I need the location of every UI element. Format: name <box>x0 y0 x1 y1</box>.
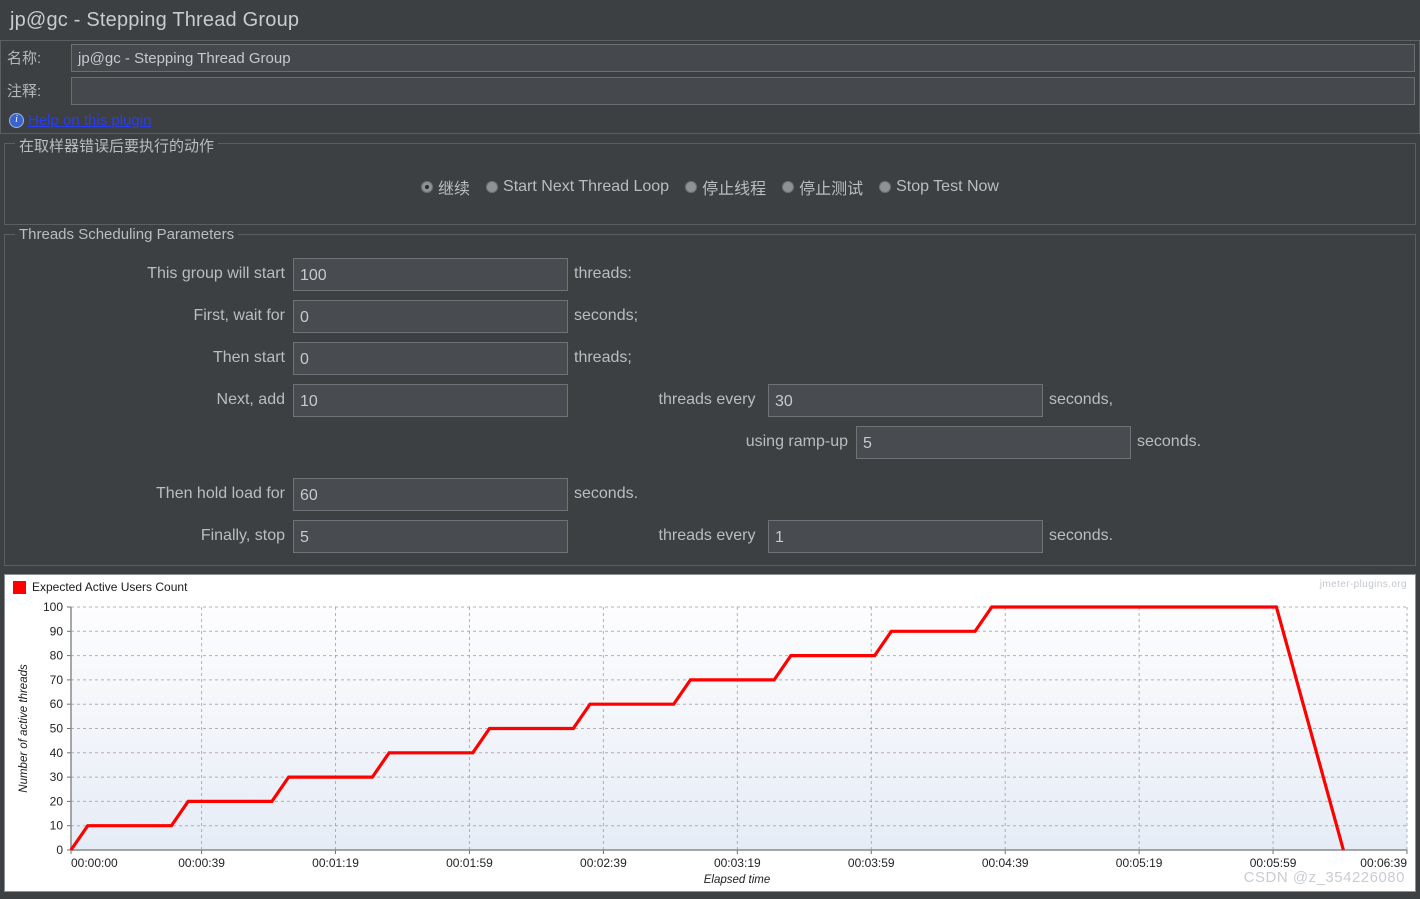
radio-start-next-thread-loop[interactable]: Start Next Thread Loop <box>486 178 669 196</box>
finally-stop-label: Finally, stop <box>200 527 285 544</box>
radio-mark-icon <box>685 181 698 193</box>
svg-text:50: 50 <box>50 722 64 736</box>
svg-text:20: 20 <box>50 794 64 808</box>
error-action-radio-row: 继续 Start Next Thread Loop 停止线程 停止测试 Stop… <box>5 158 1415 216</box>
row-spacer <box>5 463 1415 473</box>
row-then-start: Then start 0 threads; <box>5 337 1415 379</box>
svg-text:90: 90 <box>50 624 64 638</box>
scheduling-params: This group will start 100 threads: First… <box>5 249 1415 557</box>
radio-stop-test-now[interactable]: Stop Test Now <box>879 178 999 196</box>
svg-text:70: 70 <box>50 673 64 687</box>
next-add-input[interactable]: 10 <box>293 383 568 417</box>
svg-text:00:03:59: 00:03:59 <box>848 856 895 870</box>
radio-continue[interactable]: 继续 <box>421 175 470 199</box>
svg-text:30: 30 <box>50 770 64 784</box>
page-title: jp@gc - Stepping Thread Group <box>10 8 300 31</box>
svg-text:Number of active threads: Number of active threads <box>18 664 30 793</box>
svg-text:80: 80 <box>50 649 64 663</box>
name-label: 名称: <box>7 50 42 67</box>
comment-label: 注释: <box>7 83 42 100</box>
finally-stop-input[interactable]: 5 <box>293 519 568 553</box>
hold-load-input[interactable]: 60 <box>293 477 568 511</box>
row-first-wait: First, wait for 0 seconds; <box>5 295 1415 337</box>
svg-text:10: 10 <box>50 819 64 833</box>
row-finally-stop: Finally, stop 5 threads every 1 seconds. <box>5 515 1415 557</box>
then-start-unit: threads; <box>574 349 632 366</box>
radio-stop-thread[interactable]: 停止线程 <box>685 175 766 199</box>
info-icon: i <box>9 112 24 128</box>
radio-mark-icon <box>421 181 434 193</box>
hold-load-unit: seconds. <box>574 485 639 502</box>
svg-text:40: 40 <box>50 746 64 760</box>
svg-text:00:01:19: 00:01:19 <box>312 856 359 870</box>
hold-load-label: Then hold load for <box>156 485 285 502</box>
radio-stop-test-now-label: Stop Test Now <box>896 178 999 195</box>
svg-text:100: 100 <box>43 600 63 614</box>
legend-color-swatch <box>13 580 26 594</box>
help-on-this-plugin-link[interactable]: Help on this plugin <box>28 112 151 129</box>
total-threads-label: This group will start <box>147 265 285 282</box>
name-input[interactable]: jp@gc - Stepping Thread Group <box>71 43 1415 72</box>
radio-stop-test-label: 停止测试 <box>799 181 864 198</box>
svg-text:00:02:39: 00:02:39 <box>580 856 627 870</box>
ramp-up-input[interactable]: 5 <box>856 425 1131 459</box>
element-metadata-block: 名称: jp@gc - Stepping Thread Group 注释: i … <box>0 40 1420 134</box>
svg-text:00:00:00: 00:00:00 <box>71 856 118 870</box>
row-ramp-up: using ramp-up 5 seconds. <box>5 421 1415 463</box>
ramp-up-unit: seconds. <box>1137 433 1202 450</box>
svg-text:00:00:39: 00:00:39 <box>178 856 225 870</box>
name-row: 名称: jp@gc - Stepping Thread Group <box>1 41 1419 74</box>
svg-text:00:05:59: 00:05:59 <box>1250 856 1297 870</box>
svg-text:00:03:19: 00:03:19 <box>714 856 761 870</box>
radio-stop-thread-label: 停止线程 <box>702 181 767 198</box>
comment-input[interactable] <box>71 76 1415 105</box>
stepping-thread-group-window: jp@gc - Stepping Thread Group 名称: jp@gc … <box>0 0 1420 899</box>
legend-label: Expected Active Users Count <box>32 580 188 594</box>
csdn-watermark: CSDN @z_354226080 <box>1243 869 1405 886</box>
svg-text:00:06:39: 00:06:39 <box>1360 856 1407 870</box>
svg-text:0: 0 <box>56 843 63 857</box>
svg-text:00:05:19: 00:05:19 <box>1116 856 1163 870</box>
next-add-interval-input[interactable]: 30 <box>768 383 1043 417</box>
threads-scheduling-parameters-title: Threads Scheduling Parameters <box>15 226 239 243</box>
row-total-threads: This group will start 100 threads: <box>5 253 1415 295</box>
row-hold-load: Then hold load for 60 seconds. <box>5 473 1415 515</box>
sampler-error-action-title: 在取样器错误后要执行的动作 <box>15 135 219 156</box>
next-add-label: Next, add <box>216 391 285 408</box>
next-add-unit: seconds, <box>1049 391 1114 408</box>
then-start-input[interactable]: 0 <box>293 341 568 375</box>
finally-stop-unit: seconds. <box>1049 527 1114 544</box>
total-threads-unit: threads: <box>574 265 632 282</box>
svg-text:00:01:59: 00:01:59 <box>446 856 493 870</box>
next-add-mid-label: threads every <box>658 391 756 408</box>
first-wait-input[interactable]: 0 <box>293 299 568 333</box>
radio-mark-icon <box>782 181 795 193</box>
radio-stop-test[interactable]: 停止测试 <box>782 175 863 199</box>
finally-stop-interval-input[interactable]: 1 <box>768 519 1043 553</box>
first-wait-unit: seconds; <box>574 307 639 324</box>
radio-mark-icon <box>486 181 499 193</box>
comment-row: 注释: <box>1 74 1419 107</box>
row-next-add: Next, add 10 threads every 30 seconds, <box>5 379 1415 421</box>
radio-continue-label: 继续 <box>438 181 471 198</box>
svg-text:60: 60 <box>50 697 64 711</box>
then-start-label: Then start <box>212 349 285 366</box>
chart-legend: Expected Active Users Count <box>13 580 187 594</box>
plugin-watermark: jmeter-plugins.org <box>1319 579 1407 590</box>
svg-text:00:04:39: 00:04:39 <box>982 856 1029 870</box>
radio-mark-icon <box>879 181 892 193</box>
svg-text:Elapsed time: Elapsed time <box>704 874 770 886</box>
expected-load-chart-panel: Expected Active Users Count jmeter-plugi… <box>4 574 1416 892</box>
total-threads-input[interactable]: 100 <box>293 257 568 291</box>
threads-scheduling-parameters-group: Threads Scheduling Parameters This group… <box>4 226 1416 566</box>
expected-active-users-chart: 0 10 20 30 40 50 60 70 80 90 100 00:00:00 00:00:39 00… <box>5 575 1415 891</box>
sampler-error-action-group: 在取样器错误后要执行的动作 继续 Start Next Thread Loop … <box>4 135 1416 225</box>
first-wait-label: First, wait for <box>193 307 285 324</box>
ramp-up-label: using ramp-up <box>745 433 848 450</box>
radio-start-next-thread-loop-label: Start Next Thread Loop <box>503 178 670 195</box>
help-row: i Help on this plugin <box>1 107 1419 133</box>
finally-stop-mid-label: threads every <box>658 527 756 544</box>
